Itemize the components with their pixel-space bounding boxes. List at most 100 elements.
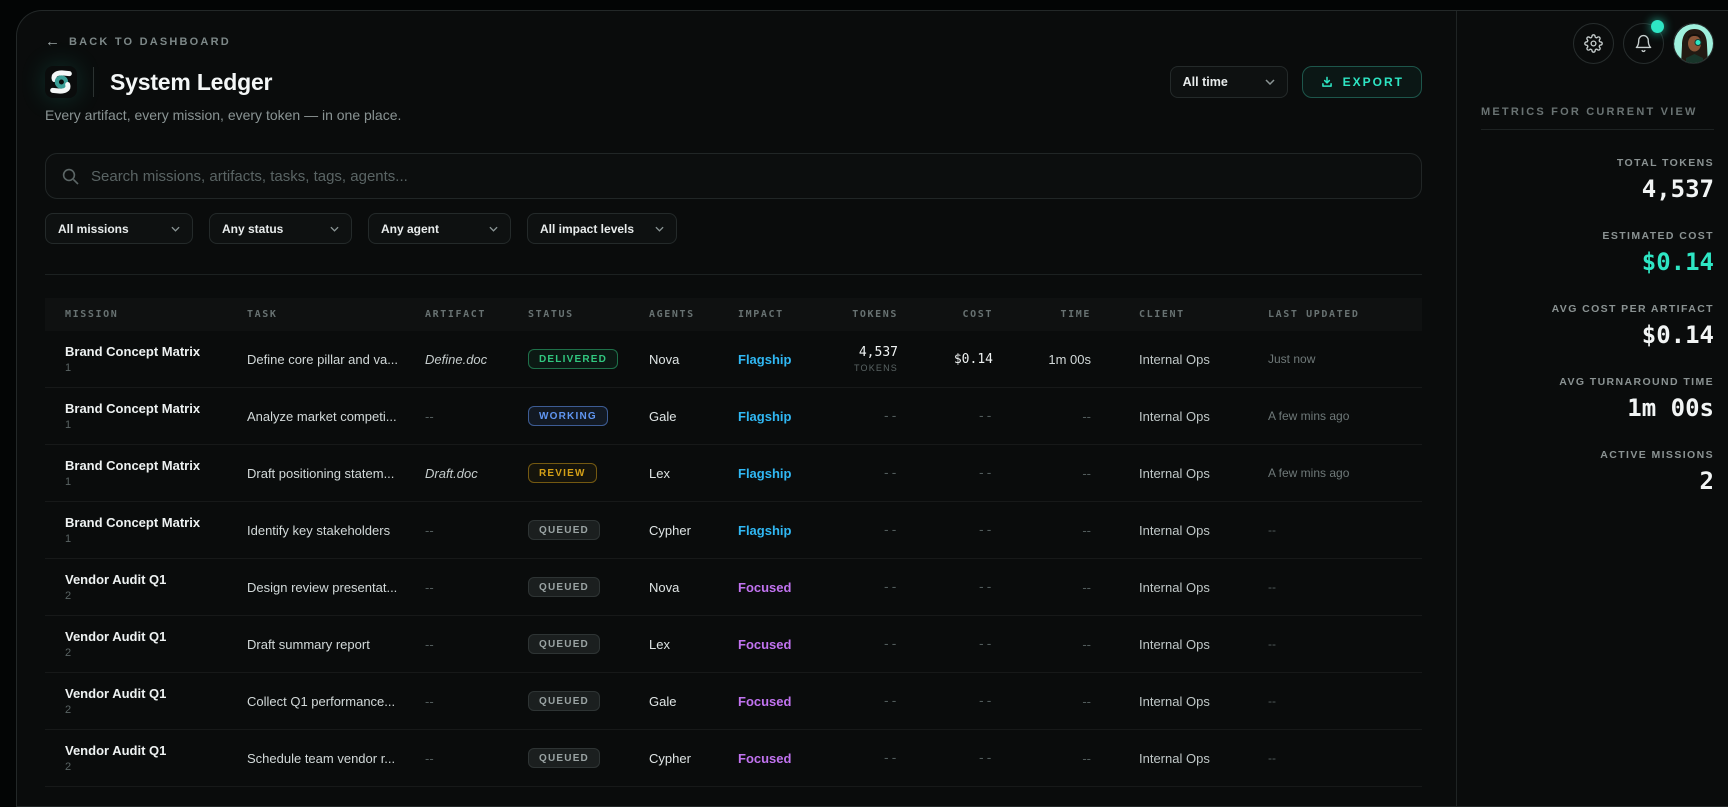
last-updated-cell: --	[1268, 637, 1402, 651]
time-cell: --	[993, 466, 1091, 481]
status-cell: QUEUED	[528, 691, 649, 711]
filter-status[interactable]: Any status	[209, 213, 352, 244]
task-cell: Define core pillar and va...	[247, 352, 425, 367]
col-impact: IMPACT	[738, 309, 828, 320]
mission-name: Vendor Audit Q1	[65, 743, 247, 758]
mission-name: Brand Concept Matrix	[65, 515, 247, 530]
tokens-value: 4,537	[828, 345, 898, 360]
mission-name: Brand Concept Matrix	[65, 458, 247, 473]
impact-label: Focused	[738, 580, 828, 595]
table-row[interactable]: Brand Concept Matrix 1 Define core pilla…	[45, 331, 1422, 388]
download-icon	[1320, 75, 1334, 89]
metric-total-tokens: TOTAL TOKENS 4,537	[1481, 157, 1714, 203]
cost-cell: --	[898, 694, 993, 709]
search-icon	[62, 168, 79, 185]
client-cell: Internal Ops	[1091, 352, 1268, 367]
client-cell: Internal Ops	[1091, 637, 1268, 652]
col-tokens: TOKENS	[828, 309, 898, 320]
chevron-down-icon	[330, 226, 339, 232]
status-badge: QUEUED	[528, 691, 600, 711]
filter-impact[interactable]: All impact levels	[527, 213, 677, 244]
cost-cell: --	[898, 409, 993, 424]
metric-value: 2	[1481, 467, 1714, 495]
col-agents: AGENTS	[649, 309, 738, 320]
agent-cell: Gale	[649, 409, 738, 424]
cost-cell: --	[898, 580, 993, 595]
mission-id: 1	[65, 419, 247, 431]
metric-value: $0.14	[1481, 321, 1714, 349]
table-row[interactable]: Brand Concept Matrix 1 Identify key stak…	[45, 502, 1422, 559]
time-cell: --	[993, 751, 1091, 766]
time-range-select[interactable]: All time	[1170, 66, 1288, 98]
metric-value: $0.14	[1481, 248, 1714, 276]
status-cell: QUEUED	[528, 577, 649, 597]
tokens-cell: --	[828, 409, 898, 424]
back-to-dashboard-link[interactable]: ← BACK TO DASHBOARD	[45, 33, 231, 50]
artifact-cell: Draft.doc	[425, 466, 528, 481]
last-updated-cell: A few mins ago	[1268, 409, 1402, 423]
last-updated-cell: --	[1268, 580, 1402, 594]
filter-missions[interactable]: All missions	[45, 213, 193, 244]
time-range-value: All time	[1183, 75, 1228, 89]
metrics-sidebar: METRICS FOR CURRENT VIEW TOTAL TOKENS 4,…	[1456, 11, 1728, 806]
mission-cell: Vendor Audit Q1 2	[65, 743, 247, 773]
table-row[interactable]: Vendor Audit Q1 2 Design review presenta…	[45, 559, 1422, 616]
filter-agent[interactable]: Any agent	[368, 213, 511, 244]
table-row[interactable]: Vendor Audit Q1 2 Schedule team vendor r…	[45, 730, 1422, 787]
search-input[interactable]	[91, 168, 1405, 185]
tokens-value: --	[828, 751, 898, 766]
status-cell: REVIEW	[528, 463, 649, 483]
agent-cell: Lex	[649, 637, 738, 652]
table-row[interactable]: Vendor Audit Q1 2 Draft summary report -…	[45, 616, 1422, 673]
top-icon-row	[1481, 23, 1714, 64]
export-button[interactable]: EXPORT	[1302, 66, 1422, 98]
gear-icon	[1584, 34, 1603, 53]
back-arrow-icon: ←	[45, 33, 60, 50]
tokens-value: --	[828, 694, 898, 709]
client-cell: Internal Ops	[1091, 523, 1268, 538]
client-cell: Internal Ops	[1091, 751, 1268, 766]
user-avatar[interactable]	[1673, 23, 1714, 64]
artifact-cell: --	[425, 580, 528, 595]
tokens-cell: --	[828, 466, 898, 481]
settings-button[interactable]	[1573, 23, 1614, 64]
mission-name: Brand Concept Matrix	[65, 401, 247, 416]
agent-cell: Cypher	[649, 523, 738, 538]
last-updated-cell: --	[1268, 523, 1402, 537]
client-cell: Internal Ops	[1091, 694, 1268, 709]
agent-cell: Nova	[649, 580, 738, 595]
last-updated-cell: --	[1268, 694, 1402, 708]
impact-label: Focused	[738, 694, 828, 709]
status-cell: DELIVERED	[528, 349, 649, 369]
agent-cell: Lex	[649, 466, 738, 481]
time-cell: --	[993, 694, 1091, 709]
status-badge: REVIEW	[528, 463, 597, 483]
chevron-down-icon	[489, 226, 498, 232]
mission-name: Vendor Audit Q1	[65, 572, 247, 587]
page-title: System Ledger	[110, 69, 272, 96]
status-cell: QUEUED	[528, 634, 649, 654]
tokens-cell: --	[828, 523, 898, 538]
title-group: System Ledger	[45, 66, 272, 98]
table-row[interactable]: Brand Concept Matrix 1 Analyze market co…	[45, 388, 1422, 445]
status-cell: WORKING	[528, 406, 649, 426]
cost-cell: --	[898, 523, 993, 538]
cost-cell: --	[898, 751, 993, 766]
table-row[interactable]: Vendor Audit Q1 2 Collect Q1 performance…	[45, 673, 1422, 730]
col-artifact: ARTIFACT	[425, 309, 528, 320]
mission-id: 2	[65, 647, 247, 659]
metrics-section-label: METRICS FOR CURRENT VIEW	[1481, 106, 1714, 130]
time-cell: 1m 00s	[993, 352, 1091, 367]
status-badge: DELIVERED	[528, 349, 618, 369]
metric-avg-cost-per-artifact: AVG COST PER ARTIFACT $0.14	[1481, 303, 1714, 349]
mission-name: Vendor Audit Q1	[65, 686, 247, 701]
time-cell: --	[993, 409, 1091, 424]
table-body: Brand Concept Matrix 1 Define core pilla…	[45, 331, 1422, 787]
mission-cell: Brand Concept Matrix 1	[65, 344, 247, 374]
impact-label: Flagship	[738, 466, 828, 481]
col-last-updated: LAST UPDATED	[1268, 309, 1402, 320]
table-row[interactable]: Brand Concept Matrix 1 Draft positioning…	[45, 445, 1422, 502]
notifications-button[interactable]	[1623, 23, 1664, 64]
task-cell: Schedule team vendor r...	[247, 751, 425, 766]
app-logo-icon	[45, 66, 77, 98]
